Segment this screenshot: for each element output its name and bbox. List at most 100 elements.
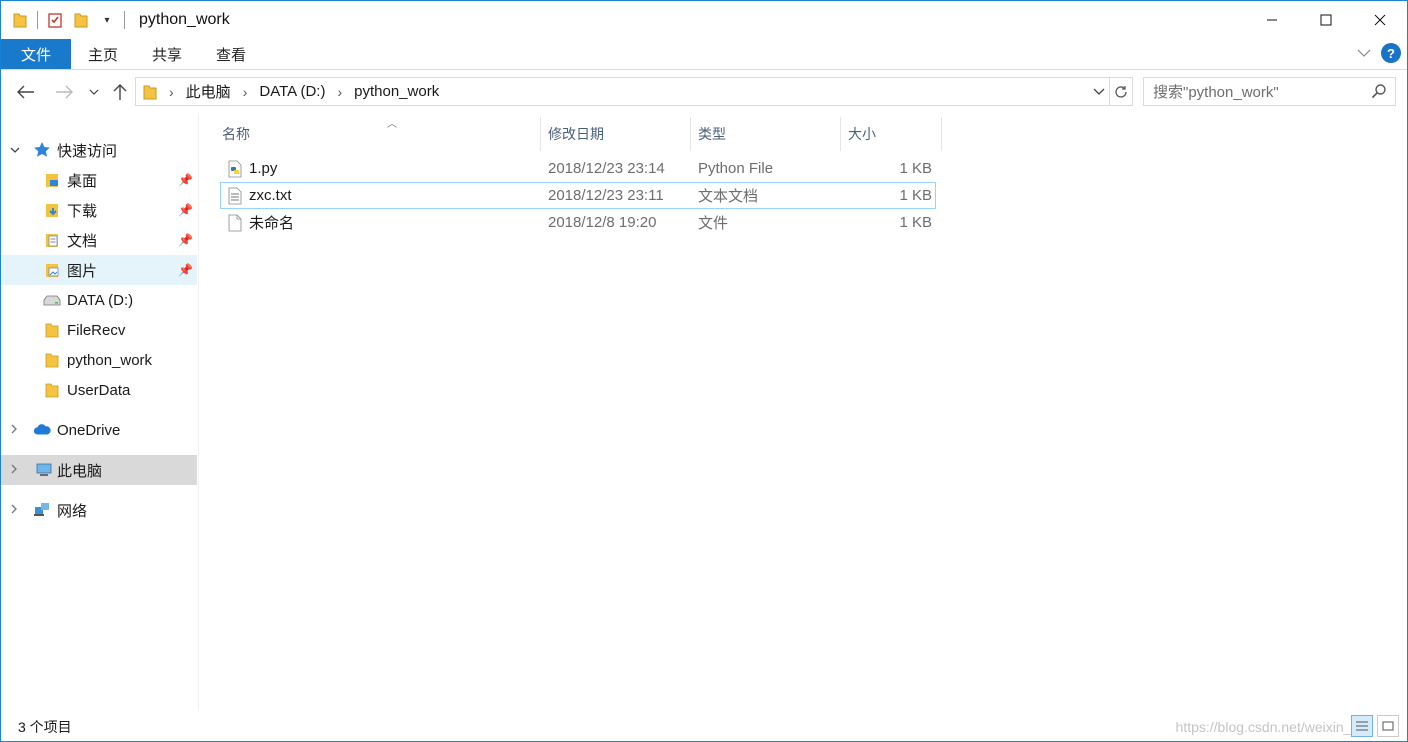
breadcrumb-this-pc[interactable]: 此电脑 <box>186 81 231 102</box>
sidebar-item-label: FileRecv <box>67 321 126 339</box>
folder-icon <box>43 381 61 399</box>
sidebar-item-this-pc[interactable]: 此电脑 <box>1 455 197 485</box>
column-header-size[interactable]: 大小 <box>841 117 942 151</box>
window-controls <box>1245 1 1407 39</box>
file-list: 名称 ︿ 修改日期 类型 大小 1.py 2018/12/23 23:14 Py… <box>200 113 1407 711</box>
sidebar-item-quick-access[interactable]: 快速访问 <box>1 135 197 165</box>
chevron-right-icon[interactable] <box>10 463 18 477</box>
maximize-button[interactable] <box>1299 1 1353 39</box>
file-row[interactable]: zxc.txt 2018/12/23 23:11 文本文档 1 KB <box>220 182 936 209</box>
chevron-right-icon[interactable] <box>10 423 18 437</box>
sidebar-item-label: OneDrive <box>57 421 121 439</box>
help-icon[interactable]: ? <box>1381 43 1401 63</box>
navigation-pane: 快速访问 桌面 📌 下载 📌 文档 📌 图片 📌 DATA (D:) FileR… <box>1 113 199 711</box>
sidebar-item-pictures[interactable]: 图片 📌 <box>1 255 197 285</box>
sidebar-item-label: 图片 <box>67 262 98 280</box>
large-icons-view-icon <box>1382 721 1394 731</box>
refresh-icon <box>1115 85 1127 98</box>
expand-ribbon-icon[interactable] <box>1357 45 1371 62</box>
file-date: 2018/12/23 23:14 <box>548 160 665 177</box>
sidebar-item-network[interactable]: 网络 <box>1 495 197 525</box>
file-size: 1 KB <box>899 160 932 177</box>
sidebar-item-label: 快速访问 <box>57 142 118 160</box>
watermark-text: https://blog.csdn.net/weixin_43 <box>1175 719 1367 735</box>
file-date: 2018/12/8 19:20 <box>548 214 657 231</box>
up-button[interactable] <box>109 79 131 105</box>
sidebar-item-label: DATA (D:) <box>67 291 134 309</box>
tab-home[interactable]: 主页 <box>71 39 135 69</box>
drive-icon <box>43 291 61 309</box>
details-view-button[interactable] <box>1351 715 1373 737</box>
python-file-icon <box>226 159 244 179</box>
new-folder-icon[interactable] <box>72 11 90 29</box>
close-button[interactable] <box>1353 1 1407 39</box>
sort-ascending-icon: ︿ <box>387 119 397 130</box>
desktop-folder-icon <box>43 171 61 189</box>
sidebar-item-label: 网络 <box>57 502 88 520</box>
forward-button[interactable] <box>53 79 75 105</box>
file-row[interactable]: 未命名 2018/12/8 19:20 文件 1 KB <box>220 209 936 236</box>
folder-icon <box>11 11 29 29</box>
breadcrumb-data-drive[interactable]: DATA (D:) <box>259 83 325 100</box>
sidebar-item-downloads[interactable]: 下载 📌 <box>1 195 197 225</box>
pin-icon[interactable]: 📌 <box>178 203 193 217</box>
cloud-icon <box>33 421 51 439</box>
column-header-name[interactable]: 名称 ︿ <box>215 117 541 151</box>
sidebar-item-desktop[interactable]: 桌面 📌 <box>1 165 197 195</box>
network-icon <box>33 501 51 519</box>
minimize-button[interactable] <box>1245 1 1299 39</box>
tab-view[interactable]: 查看 <box>199 39 263 69</box>
address-history-chevron-down-icon[interactable] <box>1089 78 1109 105</box>
column-header-date[interactable]: 修改日期 <box>541 117 691 151</box>
toolbar-divider <box>124 11 125 29</box>
breadcrumb-python-work[interactable]: python_work <box>354 83 439 100</box>
toolbar-divider <box>37 11 38 29</box>
sidebar-item-filerecv[interactable]: FileRecv <box>1 315 197 345</box>
sidebar-item-label: python_work <box>67 351 153 369</box>
refresh-button[interactable] <box>1110 77 1133 106</box>
file-row[interactable]: 1.py 2018/12/23 23:14 Python File 1 KB <box>220 155 936 182</box>
address-bar[interactable]: › 此电脑 › DATA (D:) › python_work <box>135 77 1110 106</box>
sidebar-item-label: 下载 <box>67 202 98 220</box>
pin-icon[interactable]: 📌 <box>178 263 193 277</box>
recent-locations-chevron-down-icon[interactable] <box>87 79 101 105</box>
ribbon-tabs: 文件 主页 共享 查看 ? <box>1 39 1407 70</box>
customize-toolbar-dropdown-icon[interactable]: ▾ <box>98 11 116 29</box>
chevron-down-icon[interactable] <box>10 143 20 157</box>
star-icon <box>33 141 51 159</box>
sidebar-item-label: 文档 <box>67 232 98 250</box>
chevron-right-icon[interactable] <box>10 503 18 517</box>
sidebar-item-data-drive[interactable]: DATA (D:) <box>1 285 197 315</box>
address-row: › 此电脑 › DATA (D:) › python_work 搜索"pytho… <box>1 71 1407 113</box>
file-name: 未命名 <box>249 215 295 232</box>
back-button[interactable] <box>15 79 37 105</box>
sidebar-item-userdata[interactable]: UserData <box>1 375 197 405</box>
pictures-folder-icon <box>43 261 61 279</box>
sidebar-item-label: 桌面 <box>67 172 98 190</box>
sidebar-item-python-work[interactable]: python_work <box>1 345 197 375</box>
sidebar-item-onedrive[interactable]: OneDrive <box>1 415 197 445</box>
file-size: 1 KB <box>899 187 932 204</box>
explorer-window: ▾ python_work 文件 主页 共享 查看 ? › 此电脑 › DATA… <box>0 0 1408 742</box>
large-icons-view-button[interactable] <box>1377 715 1399 737</box>
pin-icon[interactable]: 📌 <box>178 173 193 187</box>
tab-file[interactable]: 文件 <box>1 39 71 69</box>
search-icon[interactable] <box>1371 83 1387 103</box>
text-file-icon <box>226 186 244 206</box>
properties-icon[interactable] <box>46 11 64 29</box>
sidebar-item-label: 此电脑 <box>57 462 103 480</box>
window-title: python_work <box>139 11 230 28</box>
chevron-right-icon[interactable]: › <box>243 84 248 100</box>
pin-icon[interactable]: 📌 <box>178 233 193 247</box>
file-type: 文本文档 <box>698 188 759 205</box>
sidebar-item-documents[interactable]: 文档 📌 <box>1 225 197 255</box>
column-header-label: 大小 <box>848 126 876 142</box>
search-input[interactable]: 搜索"python_work" <box>1143 77 1396 106</box>
documents-folder-icon <box>43 231 61 249</box>
folder-icon <box>143 84 157 100</box>
folder-icon <box>43 321 61 339</box>
column-header-type[interactable]: 类型 <box>691 117 841 151</box>
chevron-right-icon[interactable]: › <box>337 84 342 100</box>
tab-share[interactable]: 共享 <box>135 39 199 69</box>
downloads-folder-icon <box>43 201 61 219</box>
